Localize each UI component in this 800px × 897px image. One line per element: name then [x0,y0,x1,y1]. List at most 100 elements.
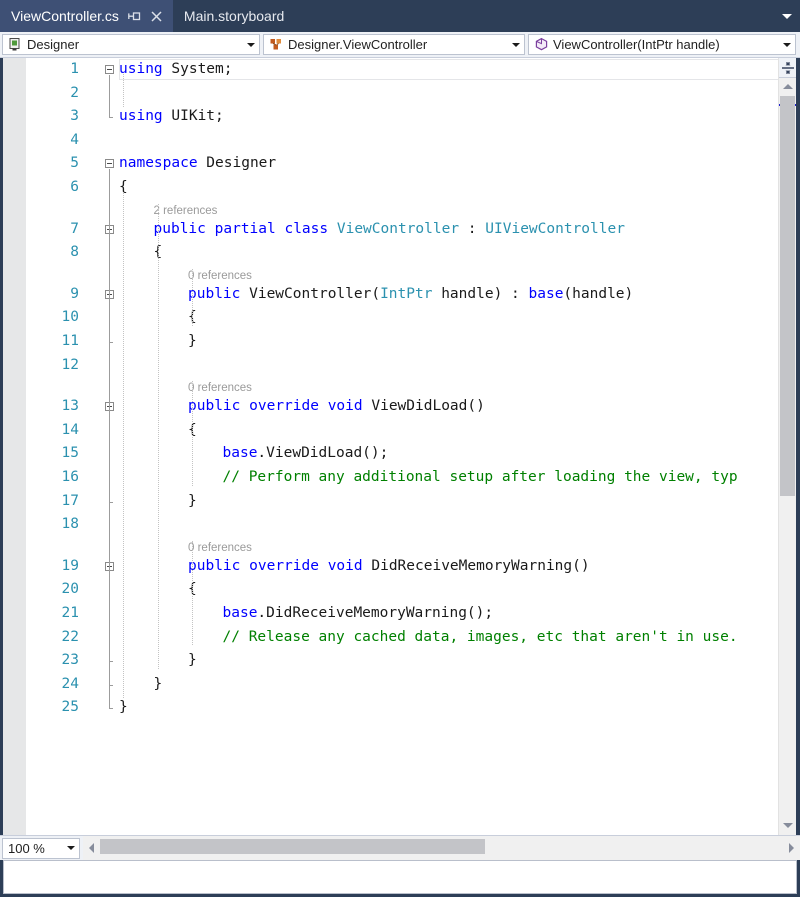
code-text: using System; [119,61,233,77]
code-line[interactable]: 12 [26,354,778,378]
zoom-level-dropdown[interactable]: 100 % [2,837,80,859]
triangle-right-icon [789,843,794,853]
line-number: 1 [70,61,79,77]
document-tab-label: Main.storyboard [183,8,285,24]
line-number: 13 [61,398,79,415]
code-line[interactable]: 2 [26,82,778,106]
code-line[interactable]: 4 [26,129,778,153]
chevron-down-icon[interactable] [508,42,524,47]
code-line[interactable]: 25} [26,696,778,720]
indent-guide [192,540,193,646]
document-tab-mainstoryboard[interactable]: Main.storyboard [172,0,294,32]
code-line[interactable]: 9 public ViewController(IntPtr handle) : … [26,283,778,307]
code-line[interactable]: 18 [26,513,778,537]
line-number: 25 [61,699,79,716]
line-number: 2 [70,84,79,101]
vertical-scrollbar-thumb[interactable] [780,96,795,496]
code-text: } [119,699,128,716]
vertical-scrollbar[interactable] [778,58,796,835]
line-number: 14 [61,421,79,438]
line-number: 23 [61,652,79,669]
indicator-margin[interactable] [3,58,26,835]
navigation-bar: Designer Designer.ViewController ViewCon… [0,32,800,58]
line-number: 12 [61,356,79,373]
code-line[interactable]: 6{ [26,176,778,200]
code-line[interactable]: 8{ [26,241,778,265]
code-line[interactable]: 21 base.DidReceiveMemoryWarning(); [26,602,778,626]
code-line[interactable]: 1 using System; [26,58,778,82]
code-text: public partial class ViewController : UI… [153,220,625,237]
line-number: 20 [61,581,79,598]
type-dropdown-value: Designer.ViewController [288,37,428,52]
code-line[interactable]: 15 base.ViewDidLoad(); [26,442,778,466]
code-text: } [188,652,197,669]
code-line[interactable]: 11} [26,330,778,354]
chevron-down-icon[interactable] [243,42,259,47]
triangle-left-icon [89,843,94,853]
line-number: 3 [70,108,79,125]
line-number: 21 [61,605,79,621]
horizontal-scrollbar-track[interactable] [100,836,783,860]
method-icon [532,35,550,54]
document-tab-viewcontroller[interactable]: ViewController.cs [0,0,173,32]
code-line[interactable]: 17} [26,490,778,514]
line-number: 5 [70,155,79,172]
scroll-up-button[interactable] [779,78,796,94]
chevron-down-icon[interactable] [63,846,79,850]
code-line[interactable]: 20{ [26,578,778,602]
split-view-icon [781,61,794,74]
project-dropdown-value: Designer [27,37,80,52]
line-number: 11 [61,333,79,349]
horizontal-scrollbar-thumb[interactable] [100,839,485,854]
code-line[interactable]: 19 public override void DidReceiveMemoryW… [26,555,778,579]
tab-overflow-button[interactable] [774,0,800,32]
code-line[interactable]: 24} [26,673,778,697]
type-dropdown[interactable]: Designer.ViewController [263,34,525,55]
code-text: public ViewController(IntPtr handle) : b… [188,285,634,302]
code-text: } [153,675,163,692]
code-line[interactable]: 10{ [26,306,778,330]
chevron-down-icon[interactable] [779,42,795,47]
zoom-level-value: 100 % [8,840,45,856]
line-number: 16 [61,469,79,485]
line-number: 18 [61,516,79,533]
line-number: 17 [61,492,79,509]
code-text: base.ViewDidLoad(); [222,445,389,462]
editor-bottom-bar: 100 % [0,835,800,860]
member-dropdown[interactable]: ViewController(IntPtr handle) [528,34,796,55]
scroll-right-button[interactable] [783,836,800,860]
triangle-up-icon [782,83,793,89]
code-text: base.DidReceiveMemoryWarning(); [222,605,494,621]
code-line[interactable]: 14{ [26,419,778,443]
scroll-left-button[interactable] [83,836,100,860]
code-line[interactable]: 16 // Perform any additional setup after … [26,466,778,490]
class-icon [267,35,285,54]
code-line[interactable]: 13 public override void ViewDidLoad() [26,395,778,419]
code-text: public override void DidReceiveMemoryWar… [188,557,590,574]
scroll-down-button[interactable] [779,817,796,833]
code-line[interactable]: 5 namespace Designer [26,152,778,176]
horizontal-scrollbar[interactable] [83,836,800,860]
code-text: } [188,333,197,349]
code-line[interactable]: 22 // Release any cached data, images, et… [26,626,778,650]
status-strip [3,860,797,894]
code-text: public override void ViewDidLoad() [188,398,485,415]
code-text: // Perform any additional setup after lo… [222,469,738,485]
project-dropdown[interactable]: Designer [2,34,260,55]
pin-icon[interactable] [127,9,142,24]
code-surface[interactable]: 1 using System; 2 3 using UIKit; 4 5 namespace … [26,58,778,835]
line-number: 4 [70,131,79,148]
line-number: 6 [70,179,79,195]
code-line[interactable]: 3 using UIKit; [26,105,778,129]
indent-guide [123,192,124,699]
code-text: } [188,492,197,509]
split-view-button[interactable] [779,58,796,78]
code-line[interactable]: 7 public partial class ViewController : U… [26,218,778,242]
visual-studio-editor-window: ViewController.cs Main.storyboard Design… [0,0,800,897]
line-number: 9 [70,285,79,302]
member-dropdown-value: ViewController(IntPtr handle) [553,37,720,52]
close-icon[interactable] [149,9,164,24]
line-number: 7 [70,220,79,237]
indent-guide [157,203,159,669]
code-line[interactable]: 23} [26,649,778,673]
